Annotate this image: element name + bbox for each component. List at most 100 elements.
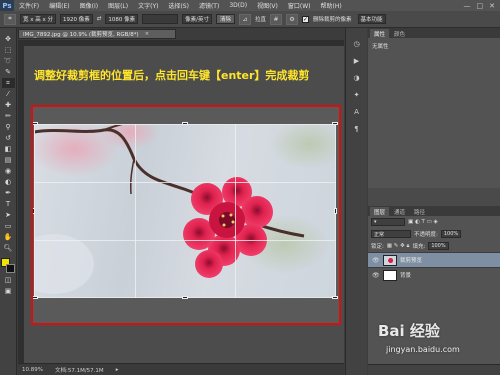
eye-icon[interactable]: 👁︎ [372, 257, 380, 264]
document-size: 文档:57.1M/57.1M [54, 367, 104, 374]
tab-paths[interactable]: 路径 [410, 207, 429, 216]
background-color-swatch[interactable] [6, 264, 15, 273]
layer-row-background[interactable]: 👁︎ 背景 [368, 267, 500, 282]
menu-3d[interactable]: 3D(D) [224, 2, 252, 9]
filter-icons[interactable]: ▣ ◐ T ▭ ◈ [408, 219, 438, 225]
menu-view[interactable]: 视图(V) [252, 1, 283, 10]
history-brush-tool-icon[interactable]: ↺ [2, 133, 15, 143]
properties-tabs: 属性 颜色 [368, 28, 500, 38]
menu-filter[interactable]: 滤镜(T) [194, 1, 224, 10]
blur-tool-icon[interactable]: ◉ [2, 166, 15, 176]
menu-layer[interactable]: 图层(L) [103, 1, 133, 10]
layer-name: 裁剪预览 [400, 258, 423, 264]
layer-row-crop-preview[interactable]: 👁︎ 裁剪预览 [368, 252, 500, 267]
character-panel-icon[interactable]: A [351, 106, 363, 117]
menu-help[interactable]: 帮助(H) [316, 1, 347, 10]
tab-layers[interactable]: 图层 [370, 207, 390, 216]
workspace-select[interactable]: 基本功能 [357, 14, 386, 24]
delete-cropped-checkbox[interactable]: ✓ [302, 15, 310, 23]
tab-color[interactable]: 颜色 [390, 29, 409, 38]
maximize-button[interactable]: □ [477, 2, 484, 10]
status-arrow-icon[interactable]: ▸ [116, 367, 119, 373]
opacity-field[interactable]: 100% [440, 230, 462, 238]
menu-type[interactable]: 文字(Y) [133, 1, 163, 10]
fill-label: 填充: [412, 244, 426, 250]
marquee-tool-icon[interactable]: ⬚ [2, 45, 15, 55]
layers-panel-footer [368, 364, 500, 375]
tutorial-annotation: 调整好裁剪框的位置后，点击回车键【enter】完成裁剪 [34, 69, 310, 82]
path-select-tool-icon[interactable]: ➤ [2, 210, 15, 220]
delete-cropped-label: 删除裁剪的像素 [313, 17, 352, 23]
screen-mode-icon[interactable]: ▣ [2, 286, 15, 296]
baidu-jingyan-watermark: Bai 经验 [378, 322, 440, 340]
menu-bar: Ps 文件(F) 编辑(E) 图像(I) 图层(L) 文字(Y) 选择(S) 滤… [0, 0, 500, 11]
watermark-url: jingyan.baidu.com [386, 345, 460, 354]
layer-filter-row: ▾ ▣ ◐ T ▭ ◈ [368, 216, 500, 228]
menu-window[interactable]: 窗口(W) [283, 1, 316, 10]
actions-panel-icon[interactable]: ▶ [351, 55, 363, 66]
zoom-tool-icon[interactable]: 🔍︎ [2, 243, 15, 253]
resolution-field[interactable] [142, 14, 179, 24]
crop-height-field[interactable]: 1080 像素 [105, 14, 139, 24]
menu-file[interactable]: 文件(F) [14, 1, 44, 10]
history-panel-icon[interactable]: ◷ [351, 38, 363, 49]
minimize-button[interactable]: — [464, 2, 471, 10]
menu-image[interactable]: 图像(I) [75, 1, 103, 10]
close-window-button[interactable]: ✕ [489, 2, 495, 10]
dodge-tool-icon[interactable]: ◐ [2, 177, 15, 187]
crop-tool-preset-icon[interactable]: ⌗ [4, 13, 16, 25]
styles-panel-icon[interactable]: ✦ [351, 89, 363, 100]
gradient-tool-icon[interactable]: ▤ [2, 155, 15, 165]
shape-tool-icon[interactable]: ▭ [2, 221, 15, 231]
tab-channels[interactable]: 通道 [390, 207, 409, 216]
swap-dimensions-icon[interactable]: ⇄ [97, 16, 102, 22]
crop-width-field[interactable]: 1920 像素 [60, 14, 93, 24]
clear-button[interactable]: 清除 [215, 14, 235, 24]
menu-edit[interactable]: 编辑(E) [44, 1, 74, 10]
document-tab[interactable]: IMG_7892.jpg @ 10.9% (裁剪预览, RGB/8*) × [18, 29, 176, 39]
properties-empty-text: 无属性 [372, 44, 389, 50]
quick-select-tool-icon[interactable]: ✎ [2, 67, 15, 77]
menu-select[interactable]: 选择(S) [163, 1, 194, 10]
pen-tool-icon[interactable]: ✒ [2, 188, 15, 198]
photoshop-logo: Ps [0, 0, 14, 11]
color-swatches[interactable] [1, 258, 15, 274]
properties-panel: 无属性 [368, 38, 500, 188]
resolution-unit-select[interactable]: 像素/英寸 [182, 14, 212, 24]
healing-brush-tool-icon[interactable]: ✚ [2, 100, 15, 110]
straighten-icon[interactable]: ⊿ [239, 13, 251, 25]
type-tool-icon[interactable]: T [2, 199, 15, 209]
layer-kind-filter[interactable]: ▾ [371, 218, 405, 226]
ratio-select[interactable]: 宽 x 高 x 分 [20, 14, 57, 24]
quick-mask-icon[interactable]: ◫ [2, 275, 15, 285]
move-tool-icon[interactable]: ✥ [2, 34, 15, 44]
eyedropper-tool-icon[interactable]: ⁄ [2, 89, 15, 99]
lasso-tool-icon[interactable]: ➰ [2, 56, 15, 66]
overlay-options-icon[interactable]: # [270, 13, 283, 25]
zoom-level[interactable]: 10.89% [22, 367, 43, 373]
layer-thumbnail [383, 269, 397, 281]
hand-tool-icon[interactable]: ✋ [2, 232, 15, 242]
paragraph-panel-icon[interactable]: ¶ [351, 123, 363, 134]
layers-tabs: 图层 通道 路径 [368, 206, 500, 216]
crop-settings-icon[interactable]: ⚙ [286, 13, 299, 25]
window-controls: — □ ✕ [464, 2, 500, 10]
brush-tool-icon[interactable]: ✏ [2, 111, 15, 121]
tab-properties[interactable]: 属性 [370, 29, 390, 38]
blend-mode-select[interactable]: 正常 [371, 230, 411, 238]
status-bar: 10.89% 文档:57.1M/57.1M ▸ [18, 363, 344, 375]
close-tab-icon[interactable]: × [145, 31, 150, 37]
eraser-tool-icon[interactable]: ◧ [2, 144, 15, 154]
lock-row: 锁定: ▦ ✎ ✥ 🔒︎ 填充: 100% [368, 240, 500, 252]
eye-icon[interactable]: 👁︎ [372, 272, 380, 279]
lock-icons[interactable]: ▦ ✎ ✥ 🔒︎ [387, 243, 410, 250]
fill-field[interactable]: 100% [428, 242, 449, 250]
document-title: IMG_7892.jpg @ 10.9% (裁剪预览, RGB/8*) [23, 32, 139, 38]
crop-tool-icon[interactable]: ⌗ [1, 78, 15, 88]
clone-stamp-tool-icon[interactable]: ⚲ [2, 122, 15, 132]
adjustments-panel-icon[interactable]: ◑ [351, 72, 363, 83]
lock-label: 锁定: [371, 244, 384, 250]
layer-thumbnail [383, 254, 397, 266]
straighten-label: 拉直 [255, 17, 267, 23]
highlight-box [31, 105, 341, 325]
